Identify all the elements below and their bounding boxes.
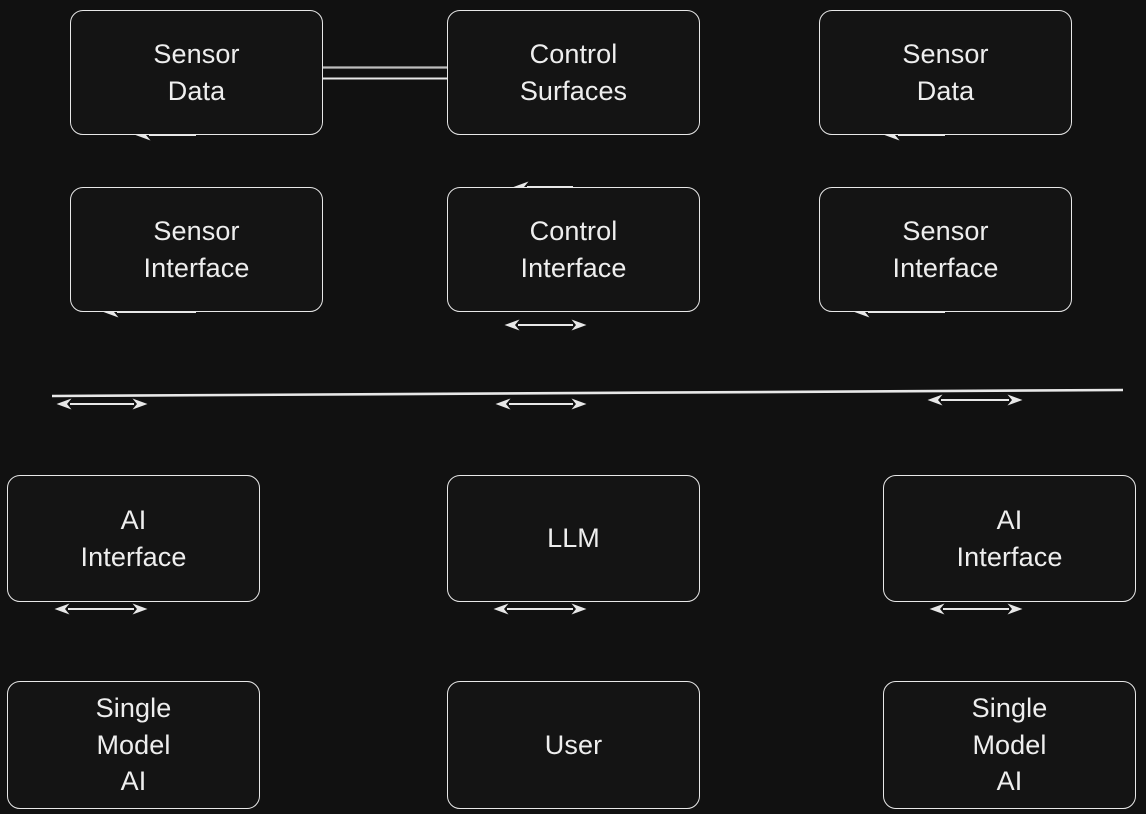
- node-label: Sensor Interface: [892, 216, 999, 283]
- architecture-diagram: Sensor Data Control Surfaces Sensor Data…: [0, 0, 1146, 814]
- node-label: Sensor Interface: [143, 216, 250, 283]
- node-user[interactable]: User: [447, 681, 700, 809]
- node-label: Single Model AI: [971, 693, 1048, 797]
- node-label: Control Interface: [520, 216, 627, 283]
- node-label: User: [544, 729, 603, 760]
- node-control-interface[interactable]: Control Interface: [447, 187, 700, 312]
- node-llm[interactable]: LLM: [447, 475, 700, 602]
- node-sensor-data-right[interactable]: Sensor Data: [819, 10, 1072, 135]
- node-sensor-interface-left[interactable]: Sensor Interface: [70, 187, 323, 312]
- edge-sensor-data-to-control-surfaces: [323, 66, 447, 80]
- node-label: LLM: [547, 523, 600, 554]
- node-single-model-ai-right[interactable]: Single Model AI: [883, 681, 1136, 809]
- node-sensor-data-left[interactable]: Sensor Data: [70, 10, 323, 135]
- node-control-surfaces[interactable]: Control Surfaces: [447, 10, 700, 135]
- node-label: AI Interface: [956, 505, 1063, 572]
- node-ai-interface-right[interactable]: AI Interface: [883, 475, 1136, 602]
- node-label: Sensor Data: [902, 39, 989, 106]
- system-bus-line: [51, 388, 1124, 398]
- node-label: Control Surfaces: [519, 39, 628, 106]
- node-label: AI Interface: [80, 505, 187, 572]
- node-label: Sensor Data: [153, 39, 240, 106]
- node-single-model-ai-left[interactable]: Single Model AI: [7, 681, 260, 809]
- node-sensor-interface-right[interactable]: Sensor Interface: [819, 187, 1072, 312]
- node-label: Single Model AI: [95, 693, 172, 797]
- node-ai-interface-left[interactable]: AI Interface: [7, 475, 260, 602]
